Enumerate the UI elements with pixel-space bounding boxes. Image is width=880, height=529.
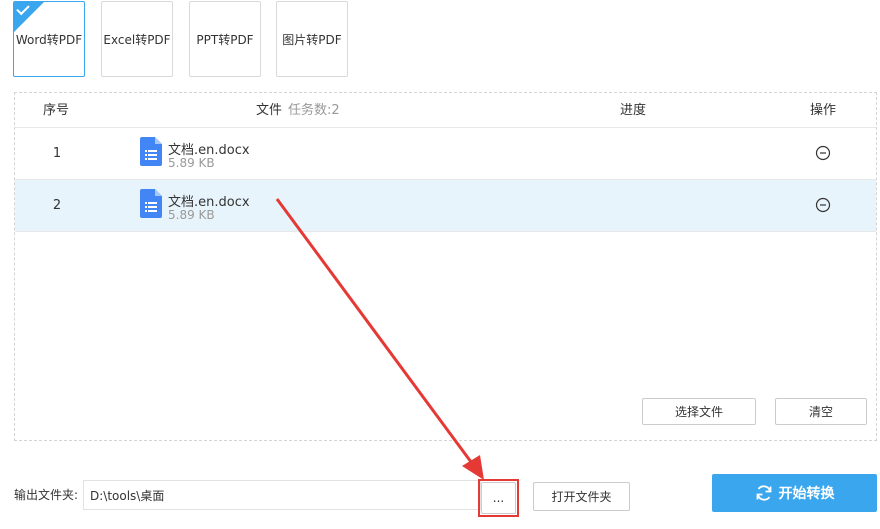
header-file: 文件 任务数:2 <box>256 93 340 128</box>
row-index: 1 <box>52 146 62 161</box>
refresh-icon <box>756 485 771 501</box>
table-row[interactable]: 1 文档.en.docx 5.89 KB <box>15 128 876 180</box>
word-document-icon <box>140 189 162 218</box>
output-folder-input[interactable] <box>83 480 481 510</box>
header-index: 序号 <box>43 103 70 118</box>
open-folder-button[interactable]: 打开文件夹 <box>533 482 630 511</box>
header-action: 操作 <box>810 103 837 118</box>
file-list-table: 序号 文件任务数:2 进度 操作 1 文档.en.docx 5.89 KB 2 <box>14 92 877 441</box>
file-size: 5.89 KB <box>168 208 215 222</box>
browse-folder-button[interactable]: ... <box>481 482 516 514</box>
file-size: 5.89 KB <box>168 156 215 170</box>
start-conversion-button[interactable]: 开始转换 <box>712 474 877 512</box>
tab-label: Word转PDF <box>15 32 83 47</box>
table-header: 序号 文件 任务数:2 进度 操作 <box>15 93 876 128</box>
row-index: 2 <box>52 198 62 213</box>
tab-label: PPT转PDF <box>196 32 254 47</box>
clear-button[interactable]: 清空 <box>775 398 867 425</box>
tab-ppt-to-pdf[interactable]: PPT转PDF <box>189 1 261 77</box>
output-folder-label: 输出文件夹: <box>14 488 79 502</box>
tab-word-to-pdf[interactable]: Word转PDF <box>13 1 85 77</box>
word-document-icon <box>140 137 162 166</box>
select-files-button[interactable]: 选择文件 <box>642 398 756 425</box>
start-conversion-label: 开始转换 <box>778 486 835 502</box>
tab-label: Excel转PDF <box>103 32 171 47</box>
tab-label: 图片转PDF <box>282 32 342 47</box>
task-count: 任务数:2 <box>288 103 340 118</box>
remove-circle-icon[interactable] <box>815 145 831 161</box>
header-progress: 进度 <box>620 103 647 118</box>
tab-image-to-pdf[interactable]: 图片转PDF <box>276 1 348 77</box>
table-row[interactable]: 2 文档.en.docx 5.89 KB <box>15 180 876 232</box>
tab-excel-to-pdf[interactable]: Excel转PDF <box>101 1 173 77</box>
header-file-label: 文件 <box>256 103 283 118</box>
remove-circle-icon[interactable] <box>815 197 831 213</box>
